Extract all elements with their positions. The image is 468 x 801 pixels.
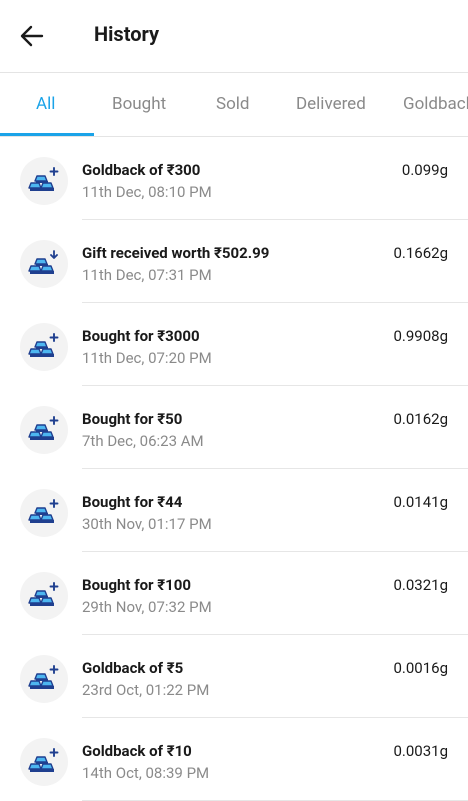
tab-goldback[interactable]: Goldback [403, 94, 468, 114]
transaction-row[interactable]: Gift received worth ₹502.99 11th Dec, 07:… [0, 220, 468, 303]
transaction-date: 7th Dec, 06:23 AM [82, 432, 204, 450]
transaction-row[interactable]: Goldback of ₹10 14th Oct, 08:39 PM 0.0031g [0, 718, 468, 801]
tab-bar: All Bought Sold Delivered Goldback [0, 72, 468, 137]
transaction-title: Bought for ₹44 [82, 493, 183, 511]
transaction-amount: 0.0141g [393, 493, 448, 511]
gold-bars-plus-icon [20, 738, 68, 786]
transaction-row[interactable]: Goldback of ₹5 23rd Oct, 01:22 PM 0.0016g [0, 635, 468, 718]
transaction-title: Bought for ₹50 [82, 410, 183, 428]
transaction-date: 30th Nov, 01:17 PM [82, 515, 212, 533]
tab-sold[interactable]: Sold [216, 94, 250, 114]
transaction-date: 14th Oct, 08:39 PM [82, 764, 210, 782]
transaction-amount: 0.0031g [393, 742, 448, 760]
transaction-title: Bought for ₹100 [82, 576, 191, 594]
transaction-amount: 0.099g [401, 161, 448, 179]
transaction-amount: 0.0016g [393, 659, 448, 677]
transaction-date: 11th Dec, 07:31 PM [82, 266, 212, 284]
transaction-amount: 0.0321g [393, 576, 448, 594]
transaction-row[interactable]: Goldback of ₹300 11th Dec, 08:10 PM 0.099g [0, 137, 468, 220]
transaction-row[interactable]: Bought for ₹44 30th Nov, 01:17 PM 0.0141g [0, 469, 468, 552]
app-header: History [0, 0, 468, 73]
transaction-date: 11th Dec, 08:10 PM [82, 183, 212, 201]
transaction-date: 29th Nov, 07:32 PM [82, 598, 212, 616]
transaction-title: Bought for ₹3000 [82, 327, 200, 345]
gold-bars-plus-icon [20, 655, 68, 703]
gold-bars-plus-icon [20, 406, 68, 454]
transaction-amount: 0.1662g [393, 244, 448, 262]
transaction-title: Gift received worth ₹502.99 [82, 244, 270, 262]
transaction-row[interactable]: Bought for ₹100 29th Nov, 07:32 PM 0.0321g [0, 552, 468, 635]
transaction-title: Goldback of ₹300 [82, 161, 201, 179]
transaction-date: 23rd Oct, 01:22 PM [82, 681, 210, 699]
back-arrow-icon[interactable] [16, 20, 48, 52]
transaction-row[interactable]: Bought for ₹3000 11th Dec, 07:20 PM 0.9908… [0, 303, 468, 386]
gold-bars-received-icon [20, 240, 68, 288]
tab-delivered[interactable]: Delivered [296, 94, 366, 114]
transaction-title: Goldback of ₹5 [82, 659, 184, 677]
gold-bars-plus-icon [20, 323, 68, 371]
transaction-amount: 0.9908g [393, 327, 448, 345]
tab-all[interactable]: All [36, 94, 55, 114]
tab-bought[interactable]: Bought [112, 94, 166, 114]
active-tab-indicator [0, 133, 94, 136]
transaction-title: Goldback of ₹10 [82, 742, 192, 760]
transaction-list: Goldback of ₹300 11th Dec, 08:10 PM 0.099g… [0, 137, 468, 801]
gold-bars-plus-icon [20, 157, 68, 205]
gold-bars-plus-icon [20, 489, 68, 537]
transaction-date: 11th Dec, 07:20 PM [82, 349, 212, 367]
page-title: History [94, 22, 160, 46]
transaction-amount: 0.0162g [393, 410, 448, 428]
gold-bars-plus-icon [20, 572, 68, 620]
transaction-row[interactable]: Bought for ₹50 7th Dec, 06:23 AM 0.0162g [0, 386, 468, 469]
